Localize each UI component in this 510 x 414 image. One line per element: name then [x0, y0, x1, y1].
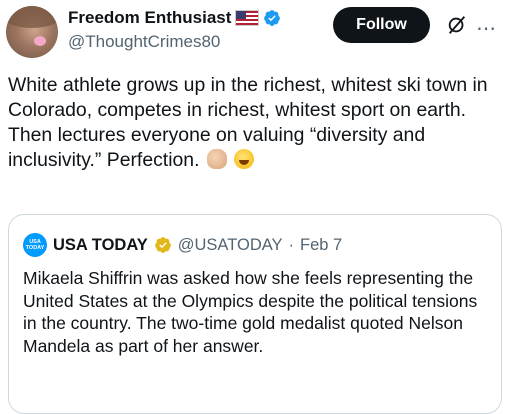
verified-icon[interactable] [263, 9, 281, 27]
quoted-tweet-header: USA TODAY USA TODAY @USATODAY · Feb 7 [23, 233, 342, 257]
avatar-hair [6, 6, 58, 28]
grok-icon[interactable] [446, 14, 468, 36]
author-name-row: Freedom Enthusiast [68, 8, 281, 28]
quoted-separator: · [288, 235, 295, 254]
quoted-date[interactable]: Feb 7 [300, 236, 342, 255]
more-icon[interactable]: ⋯ [476, 16, 497, 41]
usa-today-logo: USA TODAY [23, 233, 47, 257]
us-flag-icon [235, 10, 260, 26]
tweet-text: White athlete grows up in the richest, w… [8, 73, 502, 173]
tears-of-joy-icon [234, 149, 255, 169]
quoted-display-name[interactable]: USA TODAY [53, 236, 148, 255]
avatar-bubblegum [34, 36, 46, 46]
quoted-handle[interactable]: @USATODAY [178, 236, 283, 255]
avatar[interactable] [6, 6, 58, 58]
author-handle[interactable]: @ThoughtCrimes80 [68, 32, 220, 52]
quoted-tweet-card[interactable]: USA TODAY USA TODAY @USATODAY · Feb 7 Mik… [8, 214, 502, 414]
quoted-tweet-text: Mikaela Shiffrin was asked how she feels… [23, 268, 478, 356]
author-display-name[interactable]: Freedom Enthusiast [68, 8, 231, 28]
ok-hand-icon [206, 149, 227, 169]
follow-button[interactable]: Follow [333, 7, 430, 43]
verified-gold-icon[interactable] [154, 236, 172, 254]
